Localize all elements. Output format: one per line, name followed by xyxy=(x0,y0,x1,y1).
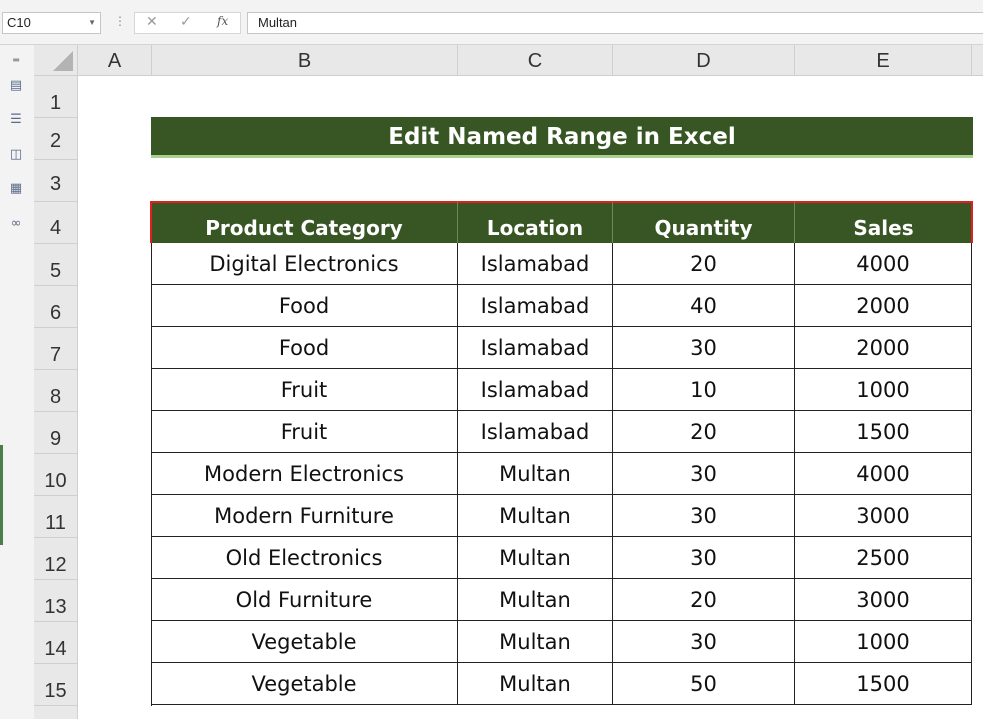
row-header-12[interactable]: 12 xyxy=(34,538,78,580)
cell-quantity[interactable]: 50 xyxy=(613,663,795,705)
cell-product-category[interactable]: Digital Electronics xyxy=(151,243,458,285)
row-header-6[interactable]: 6 xyxy=(34,286,78,328)
cell-product-category[interactable]: Fruit xyxy=(151,411,458,453)
formula-input[interactable]: Multan xyxy=(247,12,983,34)
formula-bar: C10 ▼ ⋮ ✕ ✓ fx Multan xyxy=(0,0,983,45)
column-header-d[interactable]: D xyxy=(613,45,795,76)
row-header-13[interactable]: 13 xyxy=(34,580,78,622)
cell-product-category[interactable]: Food xyxy=(151,285,458,327)
cell-quantity[interactable]: 30 xyxy=(613,327,795,369)
cell-quantity[interactable]: 30 xyxy=(613,495,795,537)
row-header-9[interactable]: 9 xyxy=(34,412,78,454)
cell-location[interactable]: Multan xyxy=(458,579,613,621)
cell-sales[interactable]: 4000 xyxy=(795,243,972,285)
cell-location[interactable]: Islamabad xyxy=(458,243,613,285)
row-header-5[interactable]: 5 xyxy=(34,244,78,286)
column-header-b[interactable]: B xyxy=(152,45,458,76)
name-box-value: C10 xyxy=(7,15,31,30)
cell-product-category[interactable]: Vegetable xyxy=(151,663,458,705)
cell-sales[interactable]: 1000 xyxy=(795,621,972,663)
cell-quantity[interactable]: 20 xyxy=(613,243,795,285)
row-header-8[interactable]: 8 xyxy=(34,370,78,412)
cell-sales[interactable]: 3000 xyxy=(795,579,972,621)
row-header-4[interactable]: 4 xyxy=(34,202,78,244)
column-header-a[interactable]: A xyxy=(78,45,152,76)
side-toolbar: ▬ ▤ ☰ ◫ ▦ ∞ xyxy=(0,45,35,719)
column-header-f[interactable] xyxy=(972,45,983,76)
row-header-2[interactable]: 2 xyxy=(34,118,78,160)
cell-sales[interactable]: 3000 xyxy=(795,495,972,537)
table-icon[interactable]: ▤ xyxy=(7,79,25,93)
header-location[interactable]: Location xyxy=(458,201,613,243)
chevron-down-icon[interactable]: ▼ xyxy=(88,13,96,33)
select-all-triangle xyxy=(53,51,73,71)
cell-product-category[interactable]: Modern Electronics xyxy=(151,453,458,495)
cell-location[interactable]: Multan xyxy=(458,621,613,663)
cell-quantity[interactable]: 30 xyxy=(613,621,795,663)
stack-icon[interactable]: ◫ xyxy=(7,148,25,162)
side-accent-bar xyxy=(0,445,3,545)
cell-sales[interactable]: 2500 xyxy=(795,537,972,579)
more-options-icon[interactable]: ⋮ xyxy=(114,14,126,28)
selection-border-right xyxy=(971,201,973,243)
list-icon[interactable]: ☰ xyxy=(7,113,25,127)
cell-quantity[interactable]: 20 xyxy=(613,579,795,621)
insert-function-icon[interactable]: fx xyxy=(217,14,228,28)
cell-sales[interactable]: 1500 xyxy=(795,411,972,453)
cell-product-category[interactable]: Old Furniture xyxy=(151,579,458,621)
column-header-e[interactable]: E xyxy=(795,45,972,76)
cell-product-category[interactable]: Modern Furniture xyxy=(151,495,458,537)
cell-location[interactable]: Islamabad xyxy=(458,369,613,411)
formula-buttons: ✕ ✓ fx xyxy=(134,12,241,34)
cell-location[interactable]: Islamabad xyxy=(458,327,613,369)
row-header-11[interactable]: 11 xyxy=(34,496,78,538)
cell-quantity[interactable]: 30 xyxy=(613,453,795,495)
cell-location[interactable]: Multan xyxy=(458,453,613,495)
name-box[interactable]: C10 ▼ xyxy=(2,12,101,34)
cell-product-category[interactable]: Food xyxy=(151,327,458,369)
cell-location[interactable]: Islamabad xyxy=(458,285,613,327)
sheet-title[interactable]: Edit Named Range in Excel xyxy=(151,117,973,158)
cell-sales[interactable]: 1000 xyxy=(795,369,972,411)
cell-location[interactable]: Multan xyxy=(458,495,613,537)
grid-icon[interactable]: ▦ xyxy=(7,182,25,196)
binoculars-icon[interactable]: ∞ xyxy=(7,217,25,231)
cell-product-category[interactable]: Vegetable xyxy=(151,621,458,663)
cell-quantity[interactable]: 20 xyxy=(613,411,795,453)
header-quantity[interactable]: Quantity xyxy=(613,201,795,243)
cell-product-category[interactable]: Fruit xyxy=(151,369,458,411)
cell-product-category[interactable]: Old Electronics xyxy=(151,537,458,579)
row-header-10[interactable]: 10 xyxy=(34,454,78,496)
header-product-category[interactable]: Product Category xyxy=(151,201,458,243)
cell-location[interactable]: Multan xyxy=(458,663,613,705)
enter-icon[interactable]: ✓ xyxy=(180,14,192,30)
cancel-icon[interactable]: ✕ xyxy=(146,14,158,30)
cell-sales[interactable]: 4000 xyxy=(795,453,972,495)
row-header-16[interactable] xyxy=(34,706,78,719)
cell-sales[interactable]: 2000 xyxy=(795,285,972,327)
cell-quantity[interactable]: 30 xyxy=(613,537,795,579)
cell-quantity[interactable]: 10 xyxy=(613,369,795,411)
cell-sales[interactable]: 1500 xyxy=(795,663,972,705)
row-header-3[interactable]: 3 xyxy=(34,160,78,202)
collapse-handle-icon[interactable]: ▬ xyxy=(7,53,25,67)
row-header-7[interactable]: 7 xyxy=(34,328,78,370)
cell-sales[interactable]: 2000 xyxy=(795,327,972,369)
cell-location[interactable]: Multan xyxy=(458,537,613,579)
row-header-14[interactable]: 14 xyxy=(34,622,78,664)
column-header-c[interactable]: C xyxy=(458,45,613,76)
cell-location[interactable]: Islamabad xyxy=(458,411,613,453)
selection-border-left xyxy=(150,201,152,243)
row-header-15[interactable]: 15 xyxy=(34,664,78,706)
select-all-corner[interactable] xyxy=(34,45,78,76)
cell-quantity[interactable]: 40 xyxy=(613,285,795,327)
header-sales[interactable]: Sales xyxy=(795,201,972,243)
row-header-1[interactable]: 1 xyxy=(34,76,78,118)
